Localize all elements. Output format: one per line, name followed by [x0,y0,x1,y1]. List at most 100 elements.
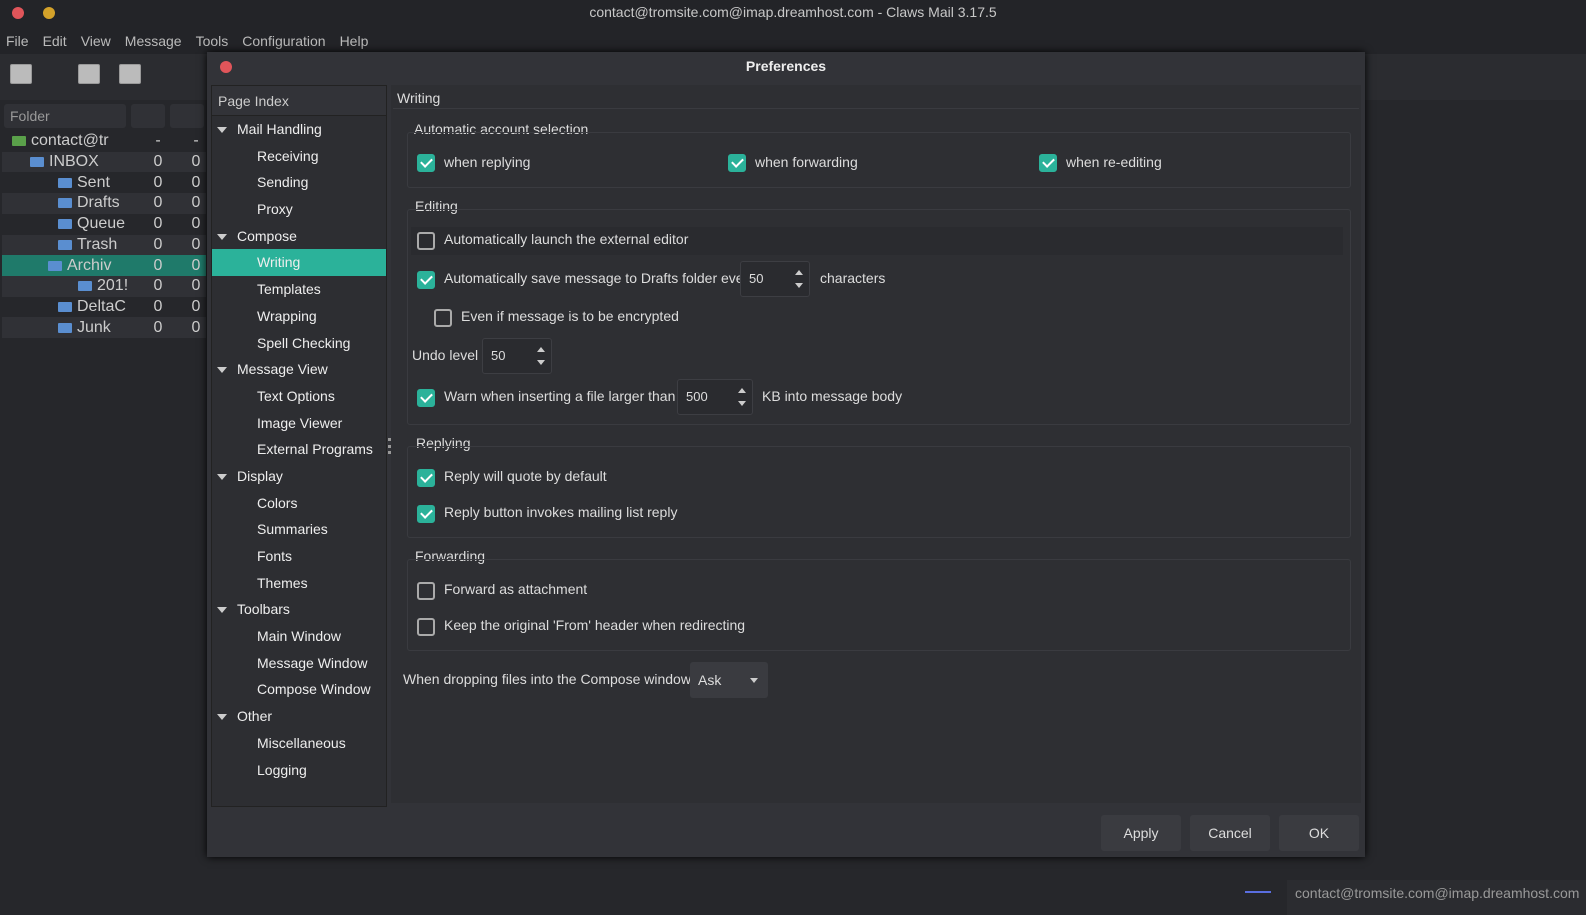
drop-files-dropdown[interactable]: Ask [690,662,768,698]
undo-level-spinner[interactable]: 50 [482,338,552,374]
folder-row[interactable]: INBOX 0 0 [2,151,206,173]
cancel-button[interactable]: Cancel [1190,815,1270,851]
page-index-item[interactable]: Templates [212,276,386,303]
launch-editor-checkbox[interactable] [417,232,435,250]
page-index-item[interactable]: Other [212,703,386,730]
page-index-item[interactable]: Toolbars [212,596,386,623]
page-index-item[interactable]: Message Window [212,650,386,677]
folder-row[interactable]: Archiv 0 0 [2,255,206,276]
folder-icon [58,177,72,188]
expander-icon[interactable] [217,473,227,480]
reply-quote-checkbox[interactable] [417,469,435,487]
folder-unread: 0 [153,215,163,233]
page-index-item[interactable]: Display [212,463,386,490]
online-status-icon[interactable] [1245,891,1271,893]
close-window-button[interactable] [12,7,24,19]
menu-tools[interactable]: Tools [196,28,229,54]
characters-label: characters [820,270,886,286]
drop-files-label: When dropping files into the Compose win… [403,671,691,687]
page-index-item[interactable]: Logging [212,757,386,784]
folder-row[interactable]: 201! 0 0 [2,275,206,297]
page-index-item[interactable]: Fonts [212,543,386,570]
page-index-label: Writing [257,254,301,271]
folder-column-header[interactable]: Folder [4,104,126,128]
expander-icon[interactable] [217,714,227,721]
warn-large-file-label: Warn when inserting a file larger than [444,388,676,404]
page-index-item[interactable]: Proxy [212,196,386,223]
expander-icon[interactable] [217,607,227,614]
folder-unread: 0 [153,297,163,315]
warn-size-suffix: KB into message body [762,388,903,404]
folder-row[interactable]: Drafts 0 0 [2,193,206,214]
menu-message[interactable]: Message [125,28,182,54]
expander-icon[interactable] [217,127,227,133]
when-reediting-checkbox[interactable] [1039,154,1057,172]
send-queue-icon[interactable] [78,64,100,84]
folder-unread: 0 [153,256,163,274]
autosave-checkbox[interactable] [417,271,435,289]
folder-row[interactable]: Junk 0 0 [2,317,206,338]
apply-button[interactable]: Apply [1101,815,1181,851]
folder-row[interactable]: Sent 0 0 [2,172,206,193]
menu-help[interactable]: Help [340,28,369,54]
page-index-label: Text Options [257,387,335,404]
reply-mlist-checkbox[interactable] [417,505,435,523]
folder-row[interactable]: Trash 0 0 [2,234,206,256]
forward-attachment-label: Forward as attachment [444,581,588,597]
encrypted-checkbox[interactable] [434,309,452,327]
warn-size-spinner[interactable]: 500 [677,379,753,415]
expander-icon[interactable] [217,367,227,374]
folder-row[interactable]: DeltaC 0 0 [2,297,206,318]
page-index-item[interactable]: Colors [212,490,386,517]
page-index-item[interactable]: Text Options [212,383,386,410]
page-index-item[interactable]: Writing [212,249,386,277]
page-index-label: Toolbars [237,601,290,618]
forward-attachment-checkbox[interactable] [417,582,435,600]
page-index-item[interactable]: Main Window [212,623,386,650]
folder-icon [58,301,72,312]
folder-name: Trash [77,235,118,253]
when-forwarding-checkbox[interactable] [728,154,746,172]
compose-icon[interactable] [119,64,141,84]
page-index-item[interactable]: Spell Checking [212,330,386,357]
folder-unread: 0 [153,318,163,336]
menu-edit[interactable]: Edit [43,28,67,54]
minimize-window-button[interactable] [43,7,55,19]
folder-row[interactable]: Queue 0 0 [2,214,206,235]
folder-name: 201! [97,277,129,295]
total-column-header[interactable] [170,104,204,128]
unread-column-header[interactable] [131,104,165,128]
get-mail-icon[interactable] [10,64,32,84]
folder-total: 0 [191,297,201,315]
autosave-label: Automatically save message to Drafts fol… [444,270,756,286]
expander-icon[interactable] [217,233,227,240]
page-index-item[interactable]: Wrapping [212,303,386,330]
folder-total: 0 [191,153,201,171]
page-index-item[interactable]: Message View [212,356,386,383]
autosave-spinner[interactable]: 50 [740,261,810,297]
page-index-item[interactable]: Themes [212,570,386,597]
warn-large-file-checkbox[interactable] [417,389,435,407]
when-reediting-label: when re-editing [1066,154,1162,170]
folder-name: INBOX [49,153,99,171]
page-index-item[interactable]: Miscellaneous [212,730,386,757]
page-index-item[interactable]: Compose [212,223,386,250]
menu-view[interactable]: View [81,28,111,54]
page-index-item[interactable]: Summaries [212,516,386,543]
when-replying-checkbox[interactable] [417,154,435,172]
undo-level-label: Undo level [412,347,479,363]
page-index-item[interactable]: Mail Handling [212,116,386,143]
folder-total: 0 [191,173,201,191]
folder-row[interactable]: contact@tr - - [2,131,206,152]
ok-button[interactable]: OK [1279,815,1359,851]
menu-file[interactable]: File [6,28,29,54]
page-index-item[interactable]: Compose Window [212,676,386,703]
page-index-label: Message Window [257,654,368,671]
page-index-item[interactable]: External Programs [212,436,386,463]
folder-name: DeltaC [77,297,126,315]
page-index-item[interactable]: Receiving [212,143,386,170]
page-index-item[interactable]: Image Viewer [212,410,386,437]
menu-configuration[interactable]: Configuration [242,28,325,54]
keep-from-checkbox[interactable] [417,618,435,636]
page-index-item[interactable]: Sending [212,169,386,196]
